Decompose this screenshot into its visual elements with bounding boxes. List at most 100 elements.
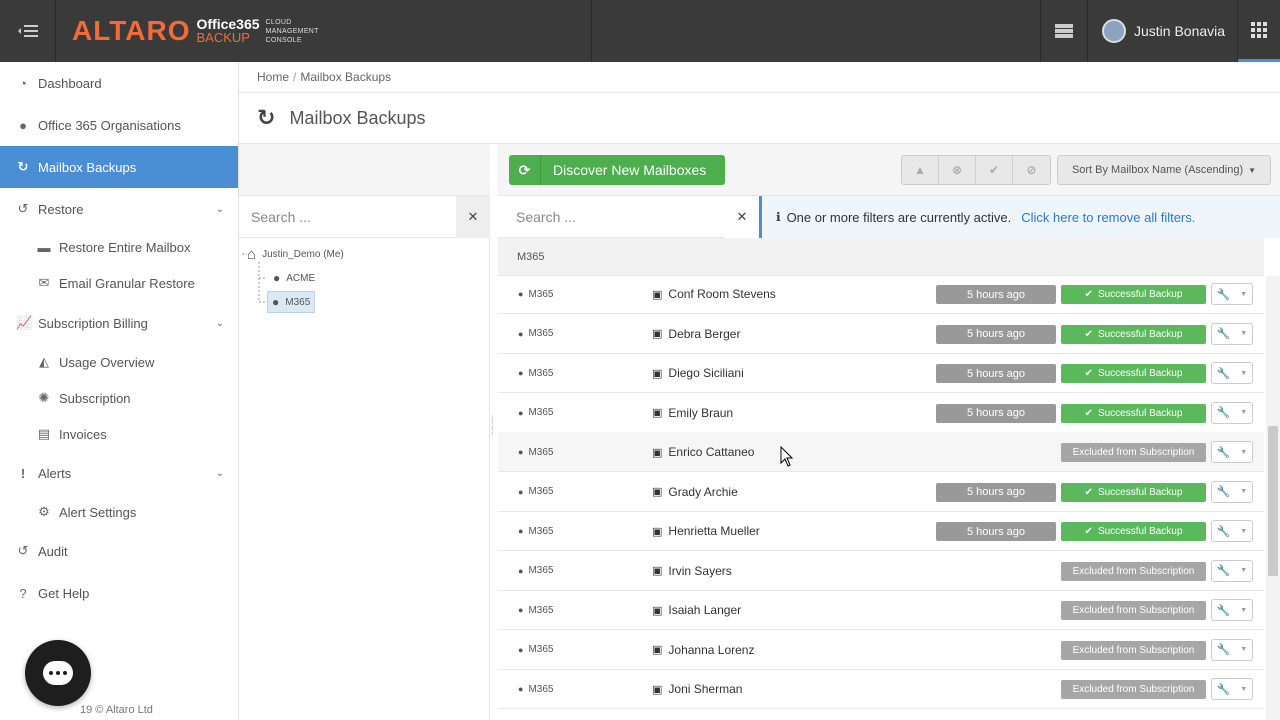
sidebar-item-restore-entire-mailbox[interactable]: ▬ Restore Entire Mailbox <box>0 227 238 267</box>
globe-icon: ● <box>518 644 524 655</box>
chat-button[interactable] <box>25 640 91 706</box>
status-label: Excluded from Subscription <box>1072 565 1195 577</box>
row-org-label: M365 <box>528 407 554 418</box>
globe-icon: ● <box>518 447 524 457</box>
table-row[interactable]: ● M365 ▣ Grady Archie 5 hours ago ✔ Successful… <box>498 472 1264 512</box>
row-mailbox-name[interactable]: ▣ Emily Braun <box>652 393 733 433</box>
status-badge: Excluded from Subscription <box>1061 640 1206 660</box>
chat-icon <box>43 661 73 685</box>
row-mailbox-name[interactable]: ▣ Johanna Lorenz <box>652 630 754 670</box>
table-row[interactable]: ● M365 ▣ Debra Berger 5 hours ago ✔ Successful… <box>498 314 1264 354</box>
row-actions-dropdown[interactable]: 🔧 ▼ <box>1211 283 1253 305</box>
row-mailbox-name[interactable]: ▣ Grady Archie <box>652 472 738 512</box>
table-row[interactable]: ● M365 ▣ Irvin Sayers Excluded from Subscrip… <box>498 551 1264 591</box>
sidebar-item-subscription-billing[interactable]: 📈 Subscription Billing ⌄ <box>0 302 238 344</box>
table-row[interactable]: ● M365 ▣ Conf Room Stevens 5 hours ago ✔ Succe… <box>498 276 1264 314</box>
row-mailbox-name[interactable]: ▣ Isaiah Langer <box>652 590 741 630</box>
caret-down-icon: ▼ <box>1240 369 1248 377</box>
filter-excluded-button[interactable]: ⊘ <box>1013 156 1050 184</box>
sidebar-item-get-help[interactable]: ? Get Help <box>0 572 238 614</box>
row-actions-dropdown[interactable]: 🔧 ▼ <box>1211 322 1253 345</box>
row-actions-dropdown[interactable]: 🔧 ▼ <box>1211 599 1253 621</box>
tree-search-input[interactable]: Search ... <box>239 209 311 225</box>
status-badge: ✔ Successful Backup <box>1061 403 1206 423</box>
row-actions-dropdown[interactable]: 🔧 ▼ <box>1211 520 1253 542</box>
sort-dropdown[interactable]: Sort By Mailbox Name (Ascending) ▼ <box>1057 155 1271 185</box>
globe-icon: ● <box>518 368 524 378</box>
sidebar-item-email-granular-restore[interactable]: ✉ Email Granular Restore <box>0 263 238 303</box>
info-icon: ℹ <box>776 210 781 224</box>
sidebar-item-usage-overview[interactable]: ◭ Usage Overview <box>0 342 238 382</box>
copyright: 19 © Altaro Ltd <box>80 704 153 716</box>
tree-node-acme[interactable]: ● ACME <box>273 268 315 288</box>
table-row[interactable]: ● M365 ▣ Isaiah Langer Excluded from Subscri… <box>498 590 1264 630</box>
row-mailbox-name[interactable]: ▣ Joni Sherman <box>652 669 742 709</box>
sidebar-item-mailbox-backups[interactable]: ↻ Mailbox Backups <box>0 146 238 188</box>
server-button[interactable] <box>1041 0 1087 62</box>
row-actions-dropdown[interactable]: 🔧 ▼ <box>1211 480 1253 503</box>
filter-error-button[interactable]: ⊗ <box>939 156 976 184</box>
row-actions-dropdown[interactable]: 🔧 ▼ <box>1211 559 1253 582</box>
table-row[interactable]: ● M365 ▣ Enrico Cattaneo Excluded from Subsc… <box>498 432 1264 472</box>
sidebar-item-dashboard[interactable]: ◔ Dashboard <box>0 62 238 104</box>
refresh-icon: ↻ <box>17 159 29 174</box>
sidebar-item-subscription[interactable]: ✺ Subscription <box>0 378 238 418</box>
filter-success-button[interactable]: ✔ <box>976 156 1013 184</box>
status-badge: Excluded from Subscription <box>1061 680 1206 699</box>
sidebar-item-audit[interactable]: ↺ Audit <box>0 530 238 572</box>
panel-splitter-handle[interactable]: ⁞ ⁞ ⁞ <box>491 416 497 448</box>
topbar-divider <box>591 0 592 62</box>
wrench-icon: 🔧 <box>1216 683 1231 696</box>
clear-search-button[interactable]: ✕ <box>725 196 759 238</box>
line-chart-icon: 📈 <box>16 315 33 330</box>
row-actions-dropdown[interactable]: 🔧 ▼ <box>1211 441 1253 463</box>
breadcrumb-home-link[interactable]: Home <box>257 70 289 84</box>
row-name-label: Joni Sherman <box>668 682 743 696</box>
sidebar-item-alerts[interactable]: ! Alerts ⌄ <box>0 452 238 494</box>
row-mailbox-name[interactable]: ▣ Diego Siciliani <box>652 353 744 393</box>
wrench-icon: 🔧 <box>1216 486 1231 498</box>
logo-sub1: CLOUD <box>265 18 292 26</box>
apps-button[interactable] <box>1238 0 1280 62</box>
discover-mailboxes-button[interactable]: ⟳ Discover New Mailboxes <box>509 155 725 185</box>
status-filter-group: ▲ ⊗ ✔ ⊘ <box>901 155 1051 185</box>
scrollbar-thumb[interactable] <box>1268 426 1278 576</box>
row-mailbox-name[interactable]: ▣ Irvin Sayers <box>652 551 732 591</box>
mailbox-search: Search ... ✕ <box>498 196 759 238</box>
sidebar-item-alert-settings[interactable]: ⚙ Alert Settings <box>0 492 238 532</box>
row-mailbox-name[interactable]: ▣ Conf Room Stevens <box>652 276 776 314</box>
table-row[interactable]: ● M365 ▣ Diego Siciliani 5 hours ago ✔ Success… <box>498 353 1264 393</box>
sidebar-item-invoices[interactable]: ▤ Invoices <box>0 414 238 454</box>
sidebar-toggle-button[interactable] <box>0 0 56 62</box>
page-header: ↻ Mailbox Backups <box>239 93 1280 144</box>
tree-search: Search ... ✕ <box>239 196 490 238</box>
table-row[interactable]: ● M365 ▣ Johanna Lorenz Excluded from Subscr… <box>498 630 1264 670</box>
user-menu[interactable]: Justin Bonavia <box>1088 0 1238 62</box>
globe-icon: ● <box>518 486 524 497</box>
row-mailbox-name[interactable]: ▣ Enrico Cattaneo <box>652 432 754 472</box>
mailbox-search-input[interactable]: Search ... <box>498 209 576 225</box>
filter-warning-button[interactable]: ▲ <box>902 156 939 184</box>
row-mailbox-name[interactable]: ▣ Debra Berger <box>652 314 740 354</box>
refresh-icon: ⟳ <box>509 155 541 185</box>
sidebar-item-organisations[interactable]: ● Office 365 Organisations <box>0 104 238 146</box>
caret-down-icon: ▼ <box>1240 685 1248 693</box>
clear-search-button[interactable]: ✕ <box>456 196 490 238</box>
row-actions-dropdown[interactable]: 🔧 ▼ <box>1211 362 1253 384</box>
tree-node-root[interactable]: ⌂ Justin_Demo (Me) <box>247 244 344 264</box>
check-icon: ✔ <box>1084 328 1093 340</box>
remove-filters-link[interactable]: Click here to remove all filters. <box>1021 210 1195 225</box>
sidebar-item-restore[interactable]: ↺ Restore ⌄ <box>0 188 238 230</box>
table-row[interactable]: ● M365 ▣ Emily Braun 5 hours ago ✔ Successful … <box>498 393 1264 433</box>
row-actions-dropdown[interactable]: 🔧 ▼ <box>1211 401 1253 424</box>
table-row[interactable]: ● M365 ▣ Joni Sherman Excluded from Subscrip… <box>498 669 1264 709</box>
scrollbar[interactable] <box>1266 276 1280 720</box>
row-organisation: ● M365 <box>518 551 553 591</box>
row-actions-dropdown[interactable]: 🔧 ▼ <box>1211 678 1253 700</box>
row-mailbox-name[interactable]: ▣ Henrietta Mueller <box>652 511 760 551</box>
table-row[interactable]: ● M365 ▣ Henrietta Mueller 5 hours ago ✔ Succe… <box>498 511 1264 551</box>
sidebar-item-label: Restore <box>38 201 84 217</box>
row-actions-dropdown[interactable]: 🔧 ▼ <box>1211 638 1253 661</box>
tree-node-m365[interactable]: ● M365 <box>267 291 316 313</box>
altaro-logo[interactable]: ALTARO Office365 BACKUP CLOUD MANAGEMENT… <box>72 14 319 48</box>
